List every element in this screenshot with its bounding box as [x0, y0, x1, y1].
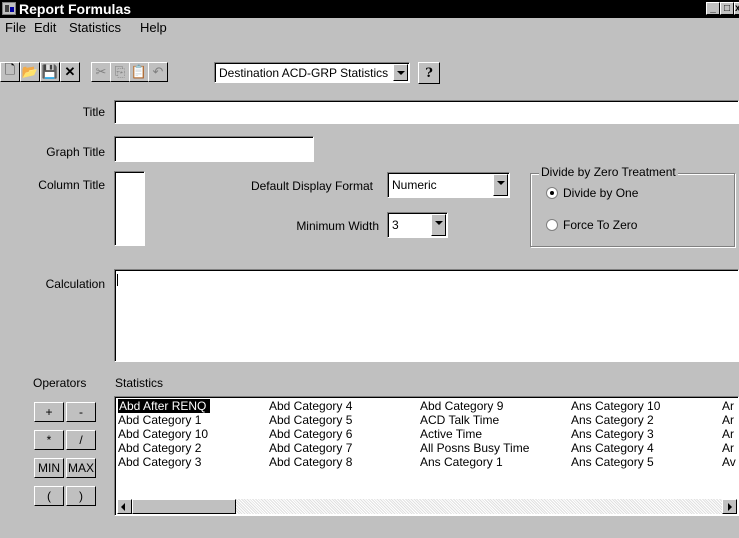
toolbar: 🗋 📂 💾 ✕ ✂ ⎘ 📋 ↶ Destination ACD-GRP Stat…	[0, 36, 739, 92]
list-item[interactable]: Abd Category 3	[117, 455, 210, 469]
scroll-right-button[interactable]	[722, 499, 737, 514]
list-item[interactable]: Ans Category 3	[570, 427, 660, 441]
divide-by-one-label[interactable]: Divide by One	[563, 186, 638, 200]
undo-icon[interactable]: ↶	[148, 62, 168, 82]
operator-minus-button[interactable]: -	[66, 402, 96, 422]
menu-bar: File Edit Statistics Help	[0, 18, 739, 36]
scroll-left-button[interactable]	[117, 499, 132, 514]
list-item[interactable]: Av	[721, 455, 736, 469]
menu-file[interactable]: File	[5, 20, 26, 35]
minimum-width-value: 3	[392, 218, 399, 232]
list-item[interactable]: Ar	[721, 413, 736, 427]
open-folder-icon[interactable]: 📂	[20, 62, 40, 82]
maximize-button[interactable]: □	[720, 2, 734, 15]
list-item[interactable]: Abd Category 2	[117, 441, 210, 455]
statistics-column: Abd After RENQ Abd Category 1 Abd Catego…	[117, 399, 211, 469]
divide-by-zero-group	[530, 173, 735, 247]
list-item[interactable]: Abd Category 7	[268, 441, 352, 455]
operator-plus-button[interactable]: +	[34, 402, 64, 422]
scrollbar-thumb[interactable]	[132, 499, 236, 514]
delete-icon[interactable]: ✕	[60, 62, 80, 82]
operators-label: Operators	[33, 376, 87, 390]
app-icon[interactable]	[2, 2, 16, 15]
menu-help[interactable]: Help	[140, 20, 167, 35]
minimum-width-label: Minimum Width	[296, 219, 379, 233]
minimum-width-select[interactable]: 3	[387, 212, 448, 238]
cut-icon[interactable]: ✂	[91, 62, 111, 82]
title-input[interactable]	[114, 100, 739, 124]
list-item[interactable]: Abd Category 1	[117, 413, 210, 427]
save-icon[interactable]: 💾	[40, 62, 60, 82]
force-to-zero-label[interactable]: Force To Zero	[563, 218, 637, 232]
list-item[interactable]: Active Time	[419, 427, 529, 441]
list-item[interactable]: Abd Category 8	[268, 455, 352, 469]
list-item[interactable]: Ar	[721, 441, 736, 455]
horizontal-scrollbar[interactable]	[117, 499, 737, 514]
list-item[interactable]: Ans Category 2	[570, 413, 660, 427]
help-icon[interactable]: ?	[418, 62, 440, 84]
force-to-zero-radio[interactable]	[546, 219, 558, 231]
menu-statistics[interactable]: Statistics	[69, 20, 121, 35]
operator-open-paren-button[interactable]: (	[34, 486, 64, 506]
list-item[interactable]: Ans Category 4	[570, 441, 660, 455]
statistics-column: Abd Category 9 ACD Talk Time Active Time…	[419, 399, 529, 469]
default-display-format-value: Numeric	[392, 178, 437, 192]
chevron-down-icon[interactable]	[393, 64, 408, 81]
chevron-right-icon	[728, 503, 732, 511]
new-file-icon[interactable]: 🗋	[0, 62, 20, 82]
calculation-label: Calculation	[45, 277, 105, 291]
divide-by-one-radio[interactable]	[546, 187, 558, 199]
operator-divide-button[interactable]: /	[66, 430, 96, 450]
operator-min-button[interactable]: MIN	[34, 458, 64, 478]
list-item[interactable]: Ans Category 5	[570, 455, 660, 469]
statistics-list[interactable]: Abd After RENQ Abd Category 1 Abd Catego…	[114, 396, 739, 516]
chevron-down-icon[interactable]	[431, 214, 446, 236]
list-item[interactable]: Ans Category 1	[419, 455, 529, 469]
list-item[interactable]: Abd Category 9	[419, 399, 529, 413]
close-button[interactable]: x	[734, 2, 739, 15]
list-item[interactable]: Abd Category 4	[268, 399, 352, 413]
statistics-column: Abd Category 4 Abd Category 5 Abd Catego…	[268, 399, 352, 469]
title-label: Title	[82, 105, 105, 119]
list-item[interactable]: All Posns Busy Time	[419, 441, 529, 455]
destination-select-value: Destination ACD-GRP Statistics	[219, 66, 389, 80]
operator-multiply-button[interactable]: *	[34, 430, 64, 450]
list-item[interactable]: Abd Category 6	[268, 427, 352, 441]
default-display-format-label: Default Display Format	[250, 179, 373, 193]
chevron-left-icon	[121, 503, 125, 511]
list-item[interactable]: ACD Talk Time	[419, 413, 529, 427]
window-title: Report Formulas	[19, 1, 132, 17]
minimize-button[interactable]: _	[706, 2, 720, 15]
menu-edit[interactable]: Edit	[34, 20, 56, 35]
list-item[interactable]: Abd Category 5	[268, 413, 352, 427]
graph-title-label: Graph Title	[46, 145, 105, 159]
column-title-input[interactable]	[114, 171, 145, 246]
default-display-format-select[interactable]: Numeric	[387, 172, 510, 198]
statistics-column: Ar Ar Ar Ar Av	[721, 399, 736, 469]
calculation-input[interactable]	[114, 269, 739, 362]
divide-by-zero-label: Divide by Zero Treatment	[539, 165, 678, 179]
title-bar[interactable]: Report Formulas _ □ x	[0, 0, 739, 18]
chevron-down-icon[interactable]	[493, 174, 508, 196]
list-item[interactable]: Ar	[721, 427, 736, 441]
column-title-label: Column Title	[38, 178, 105, 192]
list-item[interactable]: Abd After RENQ	[117, 399, 211, 413]
statistics-column: Ans Category 10 Ans Category 2 Ans Categ…	[570, 399, 660, 469]
paste-icon[interactable]: 📋	[129, 62, 149, 82]
operator-close-paren-button[interactable]: )	[66, 486, 96, 506]
operator-max-button[interactable]: MAX	[66, 458, 96, 478]
list-item[interactable]: Ar	[721, 399, 736, 413]
graph-title-input[interactable]	[114, 136, 314, 162]
list-item[interactable]: Abd Category 10	[117, 427, 210, 441]
copy-icon[interactable]: ⎘	[110, 62, 130, 82]
destination-select[interactable]: Destination ACD-GRP Statistics	[214, 62, 410, 83]
statistics-label: Statistics	[115, 376, 164, 390]
text-cursor	[117, 274, 118, 286]
list-item[interactable]: Ans Category 10	[570, 399, 660, 413]
